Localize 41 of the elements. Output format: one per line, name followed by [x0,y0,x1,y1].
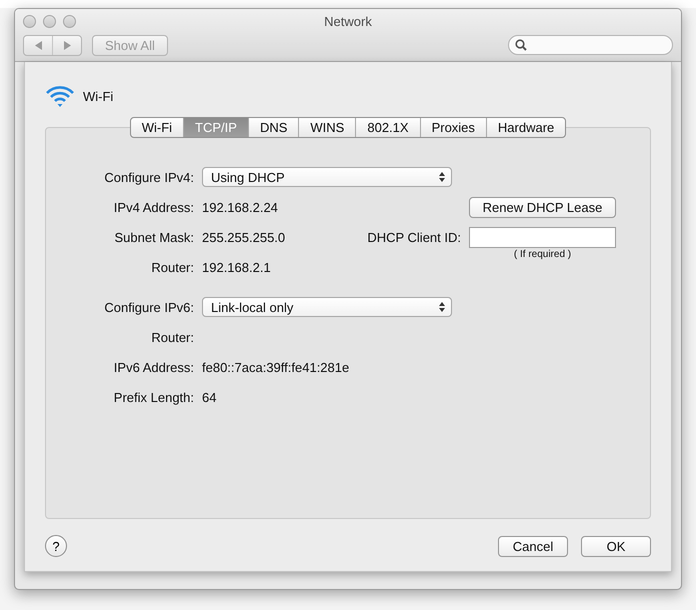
tab[interactable]: Wi-Fi [130,118,184,137]
field-label: Configure IPv6: [103,300,194,314]
field-label: DHCP Client ID: [367,230,461,244]
sheet-title: Wi-Fi [83,88,114,104]
hint-text: ( If required ) [514,249,572,260]
field-value: 255.255.255.0 [202,230,286,244]
help-button[interactable]: ? [45,535,67,557]
search-icon [515,39,527,51]
tab[interactable]: Hardware [486,118,566,137]
back-forward-control[interactable] [23,34,82,56]
wifi-icon [45,84,75,108]
field-label: Configure IPv4: [103,170,194,184]
window-title: Network [324,14,372,28]
field-value: 192.168.2.24 [202,200,278,214]
field-value: 192.168.2.1 [202,260,271,274]
field-label: Prefix Length: [112,390,194,404]
tab[interactable]: DNS [248,118,298,137]
back-arrow-icon[interactable] [34,40,42,50]
field-label: Router: [150,330,194,344]
renew-dhcp-button[interactable]: Renew DHCP Lease [469,196,616,218]
field-value: fe80::7aca:39ff:fe41:281e [202,360,350,374]
dialog-button[interactable]: Cancel [498,536,568,556]
field-label: Router: [150,260,194,274]
ipv6-config-popup[interactable]: Link-local only [202,297,452,317]
tab[interactable]: 802.1X [355,118,420,137]
search-field[interactable] [508,35,673,55]
ipv4-config-popup[interactable]: Using DHCP [202,167,452,187]
forward-arrow-icon[interactable] [64,40,70,50]
tab[interactable]: WINS [298,118,356,137]
field-value: 64 [202,390,216,404]
dialog-button[interactable]: OK [581,536,651,556]
field-label: IPv6 Address: [112,360,194,374]
field-label: IPv4 Address: [112,200,194,214]
up-down-arrows-icon [439,172,445,182]
client-id-field[interactable] [469,226,616,248]
window-control-button[interactable] [63,14,76,28]
window-control-button[interactable] [23,14,36,28]
up-down-arrows-icon [439,302,445,312]
tab[interactable]: Proxies [420,118,486,137]
field-label: Subnet Mask: [114,230,194,244]
window-control-button[interactable] [43,14,56,28]
